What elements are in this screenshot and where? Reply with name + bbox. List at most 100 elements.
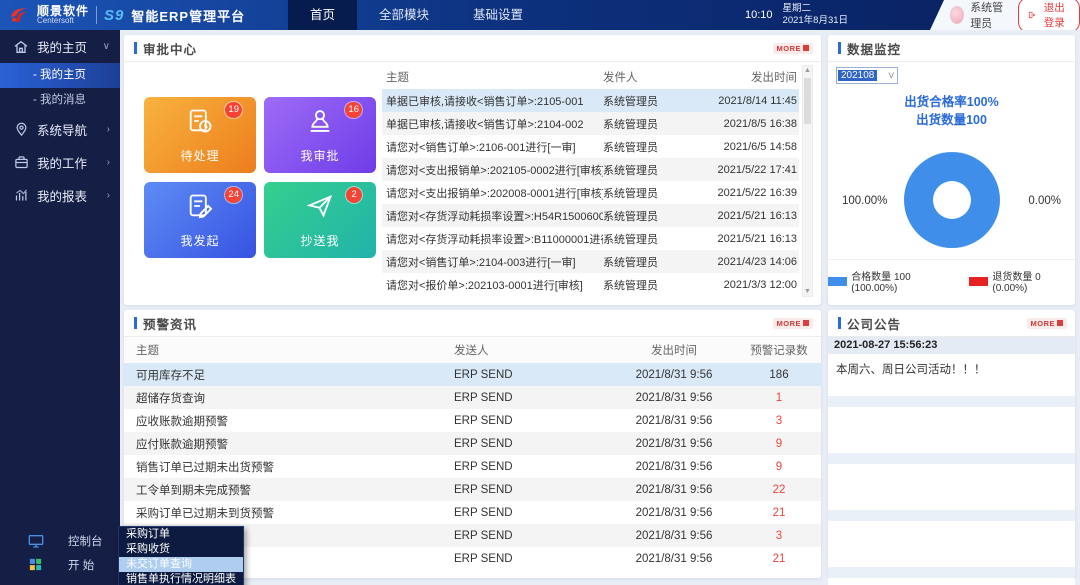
col-subject: 主题 (124, 342, 454, 358)
header-time: 10:10 星期二 2021年8月31日 (745, 0, 848, 30)
cell-sender: 系统管理员 (603, 208, 695, 224)
notice-slot-2 (828, 521, 1075, 567)
nav-tab-2[interactable]: 基础设置 (451, 0, 545, 30)
approval-row[interactable]: 请您对<支出报销单>:202008-0001进行[审核]系统管理员2021/5/… (382, 181, 799, 204)
approval-row[interactable]: 请您对<销售订单>:2104-003进行[一审]系统管理员2021/4/23 1… (382, 250, 799, 273)
tile-badge: 16 (345, 102, 362, 118)
chart-legend: 合格数量 100 (100.00%)退货数量 0 (0.00%) (828, 259, 1075, 294)
scroll-up-icon[interactable]: ▲ (803, 67, 812, 74)
approval-tile-3[interactable]: 2抄送我 (264, 182, 376, 258)
alert-row[interactable]: 工令单到期未完成预警ERP SEND2021/8/31 9:5622 (124, 478, 821, 501)
sidebar-items: 我的主页∨- 我的主页- 我的消息系统导航›我的工作›我的报表› (0, 30, 120, 212)
notice-text[interactable]: 本周六、周日公司活动！！！ (828, 354, 1075, 396)
approval-title: 审批中心 (143, 39, 773, 58)
alert-row[interactable]: 应收账款逾期预警ERP SEND2021/8/31 9:563 (124, 409, 821, 432)
tile-label: 我发起 (144, 232, 256, 249)
approval-row[interactable]: 请您对<报价单>:202103-0001进行[审核]系统管理员2021/3/3 … (382, 273, 799, 296)
brand-subtitle: Centersoft (37, 17, 89, 25)
more-icon (803, 45, 809, 51)
sidebar-bottom-label: 控制台 (68, 533, 103, 549)
cell-count: 21 (749, 553, 821, 565)
notice-more-button[interactable]: MORE (1027, 318, 1068, 329)
alert-row[interactable]: 采购订单已过期未到货预警ERP SEND2021/8/31 9:5621 (124, 501, 821, 524)
cell-subject: 工令单到期未完成预警 (124, 482, 454, 498)
cell-sender: 系统管理员 (603, 116, 695, 132)
logout-button[interactable]: 退出登录 (1018, 0, 1080, 33)
cell-sender: 系统管理员 (603, 254, 695, 270)
cell-sender: 系统管理员 (603, 93, 695, 109)
product-logo: S9 (104, 7, 124, 24)
sidebar-bottom-0[interactable]: 控制台 (0, 529, 120, 553)
notice-empty-slots (828, 396, 1075, 578)
cell-time: 2021/8/31 9:56 (599, 415, 749, 427)
alert-row[interactable]: 可用库存不足ERP SEND2021/8/31 9:56186 (124, 363, 821, 386)
user-avatar[interactable] (950, 6, 964, 24)
period-select[interactable]: 202108 ᐯ (836, 67, 898, 84)
approval-tile-2[interactable]: 24我发起 (144, 182, 256, 258)
cell-subject: 单据已审核,请接收<销售订单>:2105-001 (382, 93, 603, 109)
cell-count: 9 (749, 438, 821, 450)
cell-count: 21 (749, 507, 821, 519)
sidebar-item-1[interactable]: 系统导航› (0, 113, 120, 146)
cell-count: 3 (749, 530, 821, 542)
scrollbar-thumb[interactable] (804, 78, 811, 124)
approval-row[interactable]: 请您对<支出报销单>:202105-0002进行[审核]系统管理员2021/5/… (382, 158, 799, 181)
context-menu-item-0[interactable]: 采购订单 (119, 527, 243, 542)
context-menu-item-1[interactable]: 采购收货 (119, 542, 243, 557)
alert-row[interactable]: 销售订单已过期未出货预警ERP SEND2021/8/31 9:569 (124, 455, 821, 478)
cell-sender: 系统管理员 (603, 139, 695, 155)
alerts-more-button[interactable]: MORE (773, 318, 814, 329)
cell-subject: 采购订单已过期未到货预警 (124, 505, 454, 521)
nav-tab-0[interactable]: 首页 (288, 0, 357, 30)
notice-slot-0 (828, 407, 1075, 453)
brand-text: 顺景软件 Centersoft (37, 5, 89, 26)
sidebar-bottom-label: 开 始 (68, 557, 94, 573)
cell-time: 2021/8/31 9:56 (599, 392, 749, 404)
chevron-right-icon: › (107, 157, 110, 168)
cell-subject: 应收账款逾期预警 (124, 413, 454, 429)
approval-row[interactable]: 请您对<存货浮动耗损率设置>:B11000001进行[审核]系统管理员2021/… (382, 227, 799, 250)
nav-tab-1[interactable]: 全部模块 (357, 0, 451, 30)
cell-time: 2021/8/31 9:56 (599, 461, 749, 473)
more-icon (803, 320, 809, 326)
cell-time: 2021/5/21 16:13 (695, 233, 799, 245)
cell-time: 2021/8/31 9:56 (599, 369, 749, 381)
col-sender: 发送人 (454, 342, 599, 358)
context-menu-item-2[interactable]: 未交订单查询 (119, 557, 243, 572)
sidebar-bottom-1[interactable]: 开 始 (0, 553, 120, 577)
platform-title: 智能ERP管理平台 (131, 6, 245, 25)
sidebar-item-2[interactable]: 我的工作› (0, 146, 120, 179)
sidebar-item-3[interactable]: 我的报表› (0, 179, 120, 212)
cell-time: 2021/8/31 9:56 (599, 438, 749, 450)
donut-left-label: 100.00% (842, 195, 887, 207)
legend-item-0: 合格数量 100 (100.00%) (828, 268, 955, 294)
tile-badge: 19 (225, 102, 242, 118)
cell-count: 186 (749, 369, 821, 381)
approval-more-button[interactable]: MORE (773, 43, 814, 54)
cell-time: 2021/5/22 17:41 (695, 164, 799, 176)
company-logo-icon (8, 4, 30, 26)
doc-pen-icon (186, 192, 214, 223)
approval-row[interactable]: 单据已审核,请接收<销售订单>:2105-001系统管理员2021/8/14 1… (382, 89, 799, 112)
alert-row[interactable]: 应付账款逾期预警ERP SEND2021/8/31 9:569 (124, 432, 821, 455)
sidebar-item-0[interactable]: 我的主页∨ (0, 30, 120, 63)
cell-subject: 可用库存不足 (124, 367, 454, 383)
context-menu: 采购订单采购收货未交订单查询销售单执行情况明细表 (118, 526, 244, 585)
tile-label: 待处理 (144, 147, 256, 164)
alerts-title: 预警资讯 (143, 314, 773, 333)
approval-row[interactable]: 请您对<销售订单>:2106-001进行[一审]系统管理员2021/6/5 14… (382, 135, 799, 158)
approval-scrollbar[interactable]: ▲ ▼ (802, 65, 813, 297)
scroll-down-icon[interactable]: ▼ (803, 288, 812, 295)
approval-tile-1[interactable]: 16我审批 (264, 97, 376, 173)
approval-tile-0[interactable]: 19 待处理 (144, 97, 256, 173)
approval-row[interactable]: 请您对<存货浮动耗损率设置>:H54R15006002进行[审核]系统管理员20… (382, 204, 799, 227)
home-icon (13, 39, 29, 55)
approval-row[interactable]: 单据已审核,请接收<销售订单>:2104-002系统管理员2021/8/5 16… (382, 112, 799, 135)
context-menu-item-3[interactable]: 销售单执行情况明细表 (119, 572, 243, 585)
sidebar-subitem-0-1[interactable]: - 我的消息 (0, 88, 120, 113)
alert-row[interactable]: 超储存货查询ERP SEND2021/8/31 9:561 (124, 386, 821, 409)
cell-time: 2021/8/31 9:56 (599, 553, 749, 565)
date-stack: 星期二 2021年8月31日 (783, 3, 848, 27)
sidebar-subitem-0-0[interactable]: - 我的主页 (0, 63, 120, 88)
alerts-table-header: 主题发送人发出时间预警记录数 (124, 337, 821, 363)
